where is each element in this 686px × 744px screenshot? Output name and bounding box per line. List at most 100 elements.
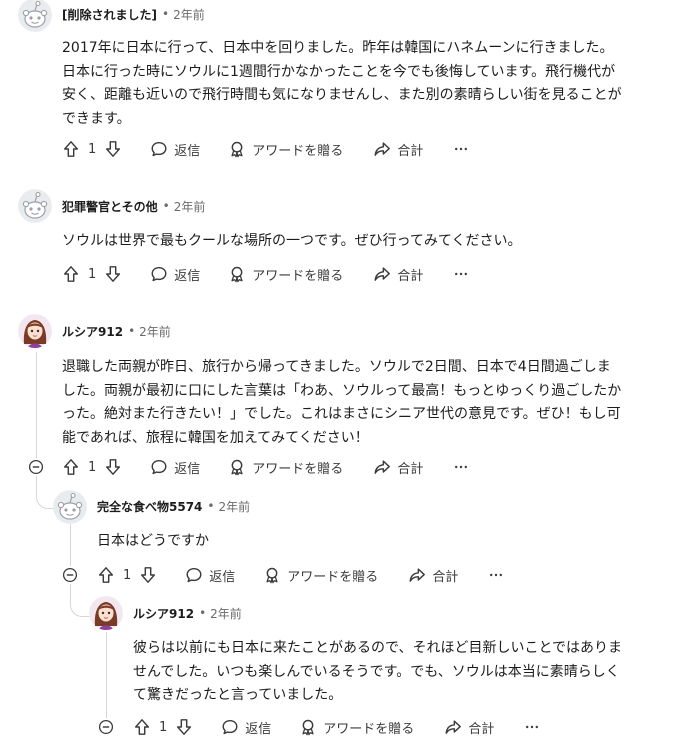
vote-count: 1	[88, 266, 97, 282]
comment-actions: 1 返信 アワードを贈る 合計	[62, 455, 469, 479]
reply-label: 返信	[245, 721, 272, 737]
award-button[interactable]: アワードを贈る	[228, 458, 343, 477]
award-button[interactable]: アワードを贈る	[228, 140, 343, 159]
timestamp[interactable]: 2年前	[210, 605, 242, 622]
upvote-icon[interactable]	[97, 566, 115, 584]
collapse-icon[interactable]	[28, 459, 44, 475]
comment-actions: 1 返信 アワードを贈る 合計	[62, 137, 469, 161]
author-name[interactable]: ルシア912	[62, 323, 123, 340]
separator-dot: •	[161, 7, 170, 21]
author-name[interactable]: ルシア912	[133, 605, 194, 622]
comment-header: ルシア912 • 2年前	[133, 603, 242, 623]
award-icon	[228, 140, 246, 158]
upvote-icon[interactable]	[133, 718, 151, 736]
more-icon	[453, 266, 469, 282]
separator-dot: •	[128, 324, 136, 338]
more-icon	[453, 141, 469, 157]
more-button[interactable]	[524, 719, 540, 735]
share-button[interactable]: 合計	[408, 566, 458, 585]
award-icon	[228, 265, 246, 283]
reply-label: 返信	[209, 569, 236, 585]
snoo-avatar-icon[interactable]	[18, 0, 52, 32]
separator-dot: •	[207, 499, 215, 513]
author-name[interactable]: [削除されました]	[62, 6, 157, 23]
award-label: アワードを贈る	[287, 569, 379, 585]
collapse-icon[interactable]	[98, 719, 114, 735]
share-button[interactable]: 合計	[373, 140, 423, 159]
share-button[interactable]: 合計	[444, 718, 494, 737]
downvote-icon[interactable]	[104, 458, 122, 476]
separator-dot: •	[199, 606, 207, 620]
vote-count: 1	[88, 141, 97, 157]
more-button[interactable]	[453, 141, 469, 157]
share-button[interactable]: 合計	[373, 458, 423, 477]
award-label: アワードを贈る	[252, 143, 344, 159]
comment-body: 退職した両親が昨日、旅行から帰ってきました。ソウルで2日間、日本で4日間過ごしま…	[62, 359, 622, 446]
thread-line-c4	[70, 524, 71, 566]
comment-icon	[150, 458, 168, 476]
comment-body: 2017年に日本に行って、日本中を回りました。昨年は韓国にハネムーンに行きました…	[62, 40, 622, 127]
anime-girl-avatar-icon[interactable]	[89, 596, 123, 630]
reply-label: 返信	[174, 268, 201, 284]
reply-label: 返信	[174, 461, 201, 477]
reply-button[interactable]: 返信	[150, 140, 200, 159]
comment-icon	[150, 265, 168, 283]
author-name[interactable]: 犯罪警官とその他	[62, 198, 158, 215]
timestamp[interactable]: 2年前	[218, 498, 250, 515]
comment-body: 日本はどうですか	[97, 533, 209, 549]
author-name[interactable]: 完全な食べ物5574	[97, 498, 202, 515]
comment-actions: 1 返信 アワードを贈る 合計	[133, 715, 540, 739]
timestamp[interactable]: 2年前	[173, 6, 205, 23]
share-label: 合計	[397, 461, 424, 477]
award-label: アワードを贈る	[252, 461, 344, 477]
share-label: 合計	[432, 569, 459, 585]
share-button[interactable]: 合計	[373, 265, 423, 284]
reply-button[interactable]: 返信	[221, 718, 271, 737]
vote-count: 1	[159, 719, 168, 735]
comment-actions: 1 返信 アワードを贈る 合計	[62, 262, 469, 286]
upvote-icon[interactable]	[62, 265, 80, 283]
share-icon	[408, 566, 426, 584]
vote-control: 1	[62, 458, 122, 476]
award-label: アワードを贈る	[252, 268, 344, 284]
award-label: アワードを贈る	[323, 721, 415, 737]
snoo-avatar-icon[interactable]	[53, 490, 87, 524]
award-button[interactable]: アワードを贈る	[228, 265, 343, 284]
reply-button[interactable]: 返信	[150, 458, 200, 477]
anime-girl-avatar-icon[interactable]	[18, 314, 52, 348]
vote-control: 1	[62, 140, 122, 158]
timestamp[interactable]: 2年前	[174, 198, 206, 215]
comment-body: ソウルは世界で最もクールな場所の一つです。ぜひ行ってみてください。	[62, 233, 522, 249]
reply-label: 返信	[174, 143, 201, 159]
comment-header: ルシア912 • 2年前	[62, 321, 171, 341]
timestamp[interactable]: 2年前	[139, 323, 171, 340]
more-button[interactable]	[453, 459, 469, 475]
more-icon	[524, 719, 540, 735]
comment-icon	[150, 140, 168, 158]
share-icon	[373, 458, 391, 476]
award-button[interactable]: アワードを贈る	[299, 718, 414, 737]
comment-body: 彼らは以前にも日本に来たことがあるので、それほど目新しいことではありま せんでし…	[133, 640, 623, 703]
thread-line-c5	[106, 632, 107, 718]
comment-header: [削除されました] • 2年前	[62, 4, 205, 24]
award-icon	[263, 566, 281, 584]
award-button[interactable]: アワードを贈る	[263, 566, 378, 585]
more-button[interactable]	[488, 567, 504, 583]
share-icon	[444, 718, 462, 736]
downvote-icon[interactable]	[175, 718, 193, 736]
vote-control: 1	[97, 566, 157, 584]
reply-button[interactable]: 返信	[150, 265, 200, 284]
vote-control: 1	[62, 265, 122, 283]
more-button[interactable]	[453, 266, 469, 282]
downvote-icon[interactable]	[104, 265, 122, 283]
upvote-icon[interactable]	[62, 140, 80, 158]
downvote-icon[interactable]	[104, 140, 122, 158]
upvote-icon[interactable]	[62, 458, 80, 476]
snoo-avatar-icon[interactable]	[18, 189, 52, 223]
reply-button[interactable]: 返信	[185, 566, 235, 585]
award-icon	[299, 718, 317, 736]
collapse-icon[interactable]	[62, 567, 78, 583]
thread-line-c3	[36, 352, 37, 458]
share-label: 合計	[397, 268, 424, 284]
downvote-icon[interactable]	[139, 566, 157, 584]
